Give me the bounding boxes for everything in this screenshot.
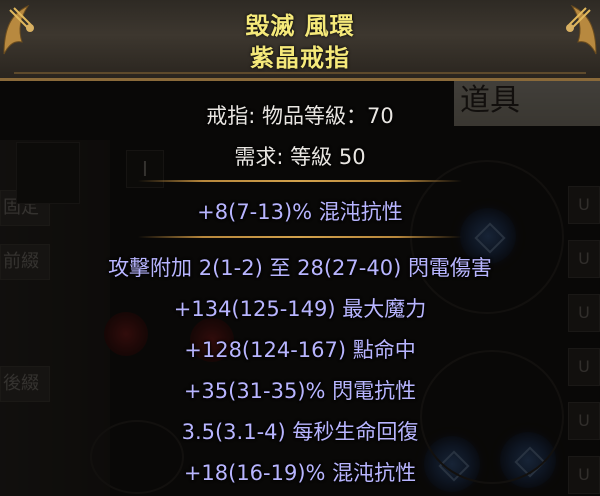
explicit-mod: +35(31-35)% 閃電抗性 xyxy=(183,379,417,403)
item-requirement: 需求: 等級 50 xyxy=(234,145,366,169)
separator xyxy=(138,180,462,182)
separator xyxy=(138,236,462,238)
tooltip-header: 毀滅 風環 紫晶戒指 xyxy=(0,0,600,81)
explicit-mod: 攻擊附加 2(1-2) 至 28(27-40) 閃電傷害 xyxy=(108,256,492,280)
item-tooltip: 毀滅 風環 紫晶戒指 戒指: 物品等級：70 需求: 等級 50 +8(7-13… xyxy=(0,0,600,496)
item-name: 毀滅 風環 xyxy=(245,12,355,40)
implicit-mod: +8(7-13)% 混沌抗性 xyxy=(197,200,403,224)
item-base-type: 紫晶戒指 xyxy=(250,44,350,72)
explicit-mod: +134(125-149) 最大魔力 xyxy=(173,297,427,321)
explicit-mod: 3.5(3.1-4) 每秒生命回復 xyxy=(181,420,419,444)
item-class-level: 戒指: 物品等級：70 xyxy=(206,104,394,128)
explicit-mod: +128(124-167) 點命中 xyxy=(184,338,416,362)
explicit-mod: +18(16-19)% 混沌抗性 xyxy=(183,461,417,485)
